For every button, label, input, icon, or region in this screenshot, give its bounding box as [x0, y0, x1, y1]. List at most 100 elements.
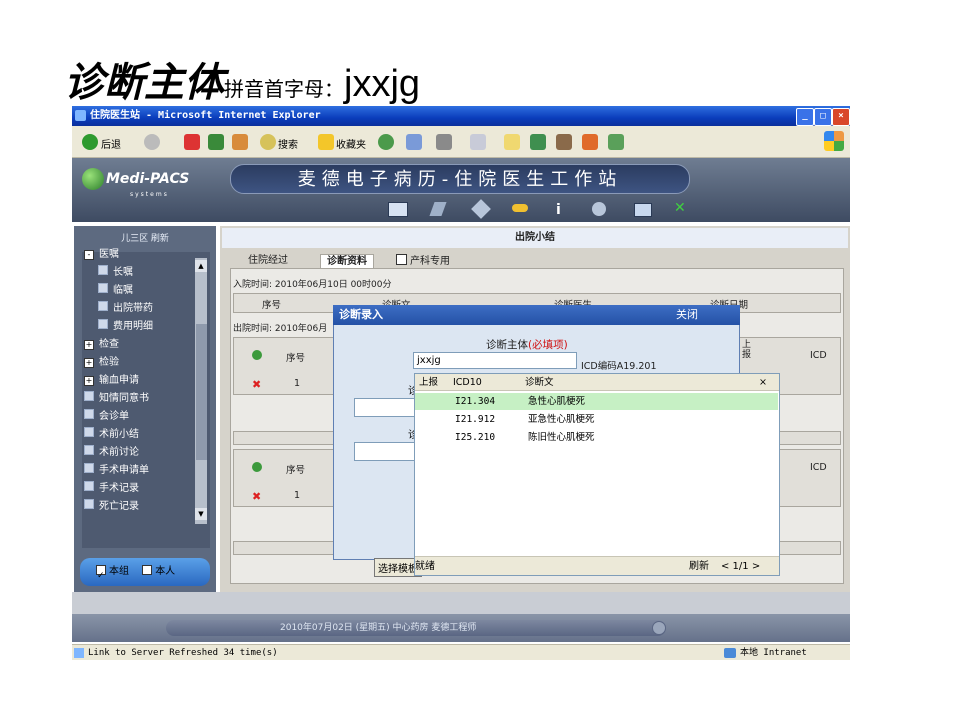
search-icon[interactable]	[260, 134, 276, 150]
minimize-button[interactable]: _	[796, 108, 814, 126]
add-icon[interactable]	[252, 462, 262, 472]
refresh-icon[interactable]	[208, 134, 224, 150]
gem-icon[interactable]	[471, 199, 491, 219]
discharge-time: 出院时间: 2010年06月	[233, 324, 328, 334]
doc-icon[interactable]	[84, 427, 94, 437]
popup-col-name: 诊断文	[525, 377, 554, 388]
globe-icon[interactable]	[592, 202, 606, 216]
plus-box-icon[interactable]: +	[84, 358, 94, 368]
mail-icon[interactable]	[406, 134, 422, 150]
group-checkbox[interactable]: ✓ 本组	[96, 565, 129, 581]
key-icon[interactable]	[512, 204, 528, 212]
info-icon[interactable]: i	[556, 202, 561, 218]
windows-logo-icon	[824, 131, 844, 151]
zone-label: 本地 Intranet	[740, 648, 807, 658]
sidebar-item[interactable]: + 输血申请	[84, 372, 199, 390]
col-seq: 序号	[262, 300, 282, 311]
sidebar-item[interactable]: - 医嘱	[84, 246, 199, 264]
plus-box-icon[interactable]: +	[84, 376, 94, 386]
doc-icon[interactable]	[84, 499, 94, 509]
popup-row[interactable]: I21.304 急性心肌梗死	[415, 393, 778, 410]
messenger-icon[interactable]	[530, 134, 546, 150]
sidebar-item[interactable]: 知情同意书	[84, 390, 199, 408]
scroll-thumb[interactable]	[196, 324, 207, 460]
sidebar-item[interactable]: 术前小结	[84, 426, 199, 444]
plus-box-icon[interactable]: +	[84, 340, 94, 350]
popup-row[interactable]: I25.210 陈旧性心肌梗死	[415, 429, 778, 446]
tab-diagnosis[interactable]: 诊断资料	[320, 254, 374, 269]
users-icon[interactable]	[608, 134, 624, 150]
folder-icon[interactable]	[504, 134, 520, 150]
delete-icon[interactable]: ✖	[252, 378, 261, 391]
sidebar-item[interactable]: 手术申请单	[84, 462, 199, 480]
dialog-input-a[interactable]	[354, 398, 416, 417]
doc-icon[interactable]	[98, 319, 108, 329]
group-label[interactable]: 本组	[109, 566, 129, 577]
slide-title-main: 诊断主体	[64, 59, 224, 106]
research-icon[interactable]	[556, 134, 572, 150]
delete-icon[interactable]: ✖	[252, 490, 261, 503]
back-label[interactable]: 后退	[101, 136, 121, 151]
exit-icon[interactable]: ✕	[674, 200, 686, 216]
browser-status-bar: Link to Server Refreshed 34 time(s) 本地 I…	[72, 644, 850, 660]
obstetric-label[interactable]: 产科专用	[410, 256, 450, 267]
window-icon[interactable]	[634, 203, 652, 217]
doc-icon[interactable]	[84, 391, 94, 401]
sidebar-item[interactable]: 术前讨论	[84, 444, 199, 462]
doc-icon[interactable]	[84, 481, 94, 491]
tab-course[interactable]: 住院经过	[242, 254, 294, 268]
tab-obstetric[interactable]: 产科专用	[396, 254, 456, 268]
doc-icon[interactable]	[98, 265, 108, 275]
grid1-icd: ICD	[810, 350, 827, 361]
history-icon[interactable]	[378, 134, 394, 150]
popup-close-button[interactable]: ×	[759, 374, 767, 391]
popup-pager[interactable]: < 1/1 >	[721, 557, 760, 576]
add-icon[interactable]	[252, 350, 262, 360]
sidebar-item[interactable]: + 检查	[84, 336, 199, 354]
pen-icon[interactable]	[429, 202, 447, 216]
forward-icon[interactable]	[144, 134, 160, 150]
scroll-down-arrow[interactable]: ▼	[195, 508, 207, 520]
stop-icon[interactable]	[184, 134, 200, 150]
edit-icon[interactable]	[470, 134, 486, 150]
close-window-button[interactable]: ×	[832, 108, 850, 126]
dialog-input-b[interactable]	[354, 442, 416, 461]
sidebar-scrollbar[interactable]: ▲ ▼	[194, 258, 207, 524]
footer-knob-icon[interactable]	[652, 621, 666, 635]
doc-icon[interactable]	[84, 445, 94, 455]
self-label[interactable]: 本人	[155, 566, 175, 577]
back-icon[interactable]	[82, 134, 98, 150]
search-label[interactable]: 搜索	[278, 136, 298, 151]
doc-icon[interactable]	[98, 283, 108, 293]
sidebar-item[interactable]: 死亡记录	[84, 498, 199, 516]
sidebar-item[interactable]: 手术记录	[84, 480, 199, 498]
doc-icon[interactable]	[84, 463, 94, 473]
scroll-up-arrow[interactable]: ▲	[195, 260, 207, 272]
doc-icon[interactable]	[84, 409, 94, 419]
diagnosis-input[interactable]: jxxjg	[413, 352, 577, 369]
sidebar-item-label: 术前小结	[99, 429, 139, 440]
sidebar-item[interactable]: 会诊单	[84, 408, 199, 426]
favorites-label[interactable]: 收藏夹	[336, 136, 366, 151]
popup-refresh-button[interactable]: 刷新	[689, 557, 709, 576]
minus-box-icon[interactable]: -	[84, 250, 94, 260]
sidebar-item-label: 会诊单	[99, 411, 129, 422]
popup-row[interactable]: I21.912 亚急性心肌梗死	[415, 411, 778, 428]
popup-row-icd: I21.304	[455, 396, 496, 407]
user-icon[interactable]	[582, 134, 598, 150]
self-checkbox[interactable]: 本人	[142, 565, 175, 577]
screen-icon[interactable]	[388, 202, 408, 217]
grid2-row1: 1	[294, 490, 301, 501]
intranet-icon	[724, 648, 736, 658]
dialog-close-button[interactable]: 关闭	[676, 305, 712, 325]
doc-icon[interactable]	[98, 301, 108, 311]
maximize-button[interactable]: □	[814, 108, 832, 126]
sidebar-item[interactable]: + 检验	[84, 354, 199, 372]
obstetric-checkbox[interactable]	[396, 254, 407, 265]
home-icon[interactable]	[232, 134, 248, 150]
popup-row-icd: I25.210	[455, 432, 496, 443]
print-icon[interactable]	[436, 134, 452, 150]
sidebar-item-label: 输血申请	[99, 375, 139, 386]
favorites-star-icon[interactable]	[318, 134, 334, 150]
browser-toolbar: 后退 搜索 收藏夹	[72, 126, 850, 158]
